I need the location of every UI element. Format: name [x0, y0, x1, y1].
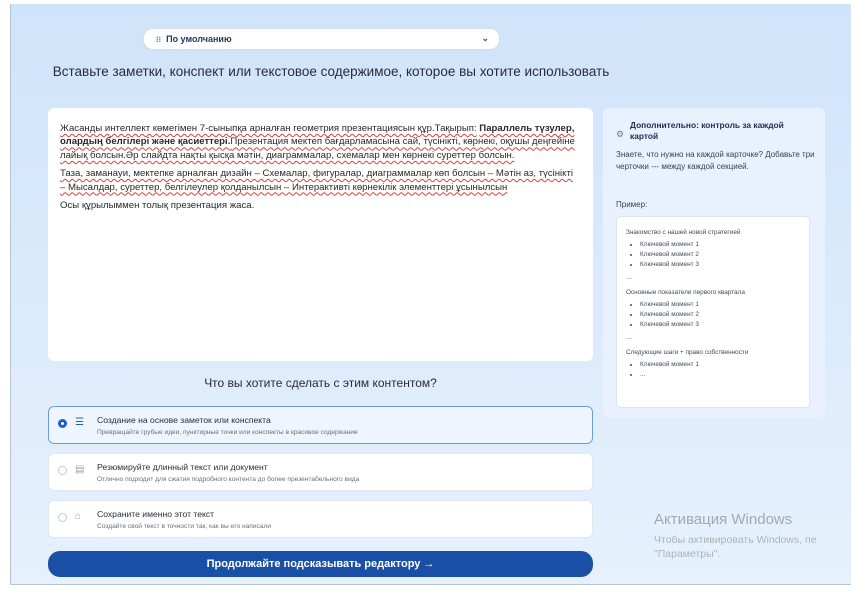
list-item: Ключевой момент 2: [640, 310, 800, 320]
example-heading: Основные показатели первого квартала: [626, 289, 745, 296]
radio-selected[interactable]: [58, 419, 67, 428]
editor-paragraph-1: Жасанды интеллект көмегімен 7-сыныпқа ар…: [60, 123, 575, 161]
editor-paragraph-3: Осы құрылыммен толық презентация жаса.: [60, 200, 255, 212]
option-keep-text[interactable]: ⌂ Сохраните именно этот текст Создайте с…: [48, 500, 593, 538]
lock-icon: ⌂: [75, 511, 82, 522]
example-separator: ---: [626, 275, 633, 282]
app-window: ⁝⁝ По умолчанию ⌄ Вставьте заметки, конс…: [10, 4, 851, 585]
dropdown-value: По умолчанию: [166, 34, 232, 44]
list-item: Ключевой момент 2: [640, 250, 800, 260]
editor-paragraph-2: Таза, заманауи, мектепке арналған дизайн…: [60, 168, 574, 193]
document-icon: ▤: [75, 464, 85, 475]
list-item: ...: [640, 370, 800, 380]
tips-title: Дополнительно: контроль за каждой картой: [630, 120, 784, 141]
list-item: Ключевой момент 1: [640, 240, 800, 250]
template-dropdown[interactable]: ⁝⁝ По умолчанию ⌄: [143, 28, 500, 50]
list-icon: ☰: [75, 417, 84, 428]
windows-activation-title: Активация Windows: [654, 511, 793, 528]
example-heading: Следующие шаги + право собственности: [626, 349, 749, 356]
option-summarize[interactable]: ▤ Резюмируйте длинный текст или документ…: [48, 453, 593, 491]
list-item: Ключевой момент 3: [640, 260, 800, 270]
option-subtitle: Отлично подходит для сжатия подробного к…: [97, 476, 360, 483]
list-item: Ключевой момент 1: [640, 360, 800, 370]
grid-icon: ⁝⁝: [156, 34, 162, 44]
list-item: Ключевой момент 3: [640, 320, 800, 330]
continue-button[interactable]: Продолжайте подсказывать редактору →: [48, 551, 593, 577]
option-title: Сохраните именно этот текст: [97, 509, 215, 519]
example-separator: ---: [626, 335, 633, 342]
option-subtitle: Превращайте грубые идеи, пунктирные точк…: [97, 429, 358, 436]
tips-example-label: Пример:: [616, 200, 648, 209]
tips-panel: ⚙ Дополнительно: контроль за каждой карт…: [603, 108, 825, 418]
radio-unselected[interactable]: [58, 466, 67, 475]
radio-unselected[interactable]: [58, 513, 67, 522]
content-question: Что вы хотите сделать с этим контентом?: [204, 376, 437, 390]
example-heading: Знакомство с нашей новой стратегией: [626, 229, 741, 236]
chevron-down-icon: ⌄: [481, 33, 489, 43]
option-create-from-notes[interactable]: ☰ Создание на основе заметок или конспек…: [48, 406, 593, 444]
windows-activation-subtitle: Чтобы активировать Windows, пе "Параметр…: [654, 534, 817, 560]
settings-icon: ⚙: [616, 129, 625, 139]
tips-body: Знаете, что нужно на каждой карточке? До…: [616, 150, 815, 171]
option-subtitle: Создайте свой текст в точности так, как …: [97, 523, 272, 530]
option-title: Создание на основе заметок или конспекта: [97, 415, 271, 425]
text-editor[interactable]: Жасанды интеллект көмегімен 7-сыныпқа ар…: [48, 108, 593, 361]
list-item: Ключевой момент 1: [640, 300, 800, 310]
example-box: Знакомство с нашей новой стратегией Ключ…: [616, 216, 810, 408]
page-heading: Вставьте заметки, конспект или текстовое…: [52, 64, 610, 79]
option-title: Резюмируйте длинный текст или документ: [97, 462, 268, 472]
